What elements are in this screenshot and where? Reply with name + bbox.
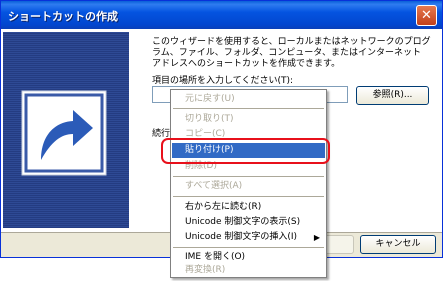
wizard-description: このウィザードを使用すると、ローカルまたはネットワークのプログラム、ファイル、フ…: [152, 37, 431, 69]
wizard-side-image: [3, 32, 129, 228]
submenu-arrow-icon: ▶: [313, 233, 320, 242]
menu-item-undo[interactable]: 元に戻す(U): [172, 92, 325, 107]
shortcut-arrow-icon: [21, 90, 107, 176]
cancel-button[interactable]: キャンセル: [360, 235, 436, 254]
title-bar[interactable]: ショートカットの作成 ✕: [1, 1, 442, 29]
highlight-annotation: [161, 138, 330, 164]
location-label: 項目の場所を入力してください(T):: [152, 76, 294, 86]
menu-item-insert-unicode-label: Unicode 制御文字の挿入(I): [185, 232, 298, 242]
menu-item-select-all[interactable]: すべて選択(A): [172, 179, 325, 194]
menu-item-insert-unicode[interactable]: Unicode 制御文字の挿入(I) ▶: [172, 230, 325, 245]
menu-item-reconvert[interactable]: 再変換(R): [172, 263, 325, 278]
context-menu: 元に戻す(U) 切り取り(T) コピー(C) 貼り付け(P) 削除(D) すべて…: [170, 89, 327, 278]
menu-separator: [173, 108, 324, 109]
menu-item-show-unicode[interactable]: Unicode 制御文字の表示(S): [172, 215, 325, 230]
menu-separator: [173, 247, 324, 248]
close-button[interactable]: ✕: [416, 5, 437, 26]
browse-button[interactable]: 参照(R)...: [356, 86, 429, 105]
menu-item-cut[interactable]: 切り取り(T): [172, 112, 325, 127]
menu-item-rtl-reading[interactable]: 右から左に読む(R): [172, 200, 325, 215]
window-title: ショートカットの作成: [8, 10, 118, 23]
menu-separator: [173, 196, 324, 197]
menu-separator: [173, 176, 324, 177]
close-icon: ✕: [421, 8, 432, 23]
